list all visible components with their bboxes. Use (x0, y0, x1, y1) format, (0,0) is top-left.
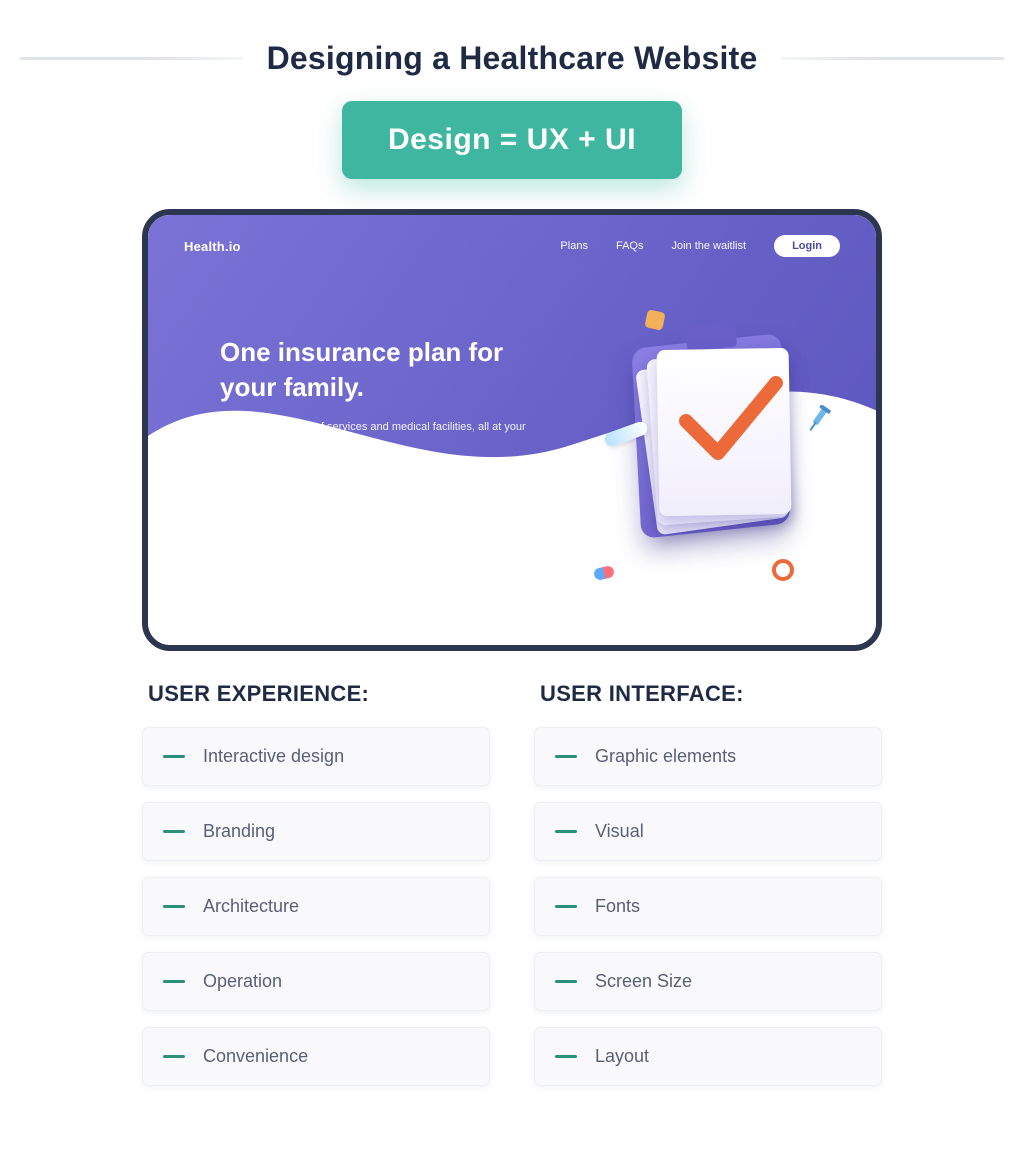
list-item: Convenience (142, 1027, 490, 1086)
list-item: Layout (534, 1027, 882, 1086)
item-label: Screen Size (595, 971, 692, 992)
hero-headline: One insurance plan for your family. (220, 335, 560, 405)
dash-icon (555, 905, 577, 908)
dash-icon (163, 830, 185, 833)
ring-icon (772, 559, 794, 581)
nav-link-faqs[interactable]: FAQs (616, 240, 644, 252)
pill-icon (593, 565, 615, 581)
dash-icon (555, 1055, 577, 1058)
hero-sub-pre: Up to (220, 421, 249, 433)
hero-copy: One insurance plan for your family. Up t… (220, 335, 560, 464)
list-item: Visual (534, 802, 882, 861)
list-item: Operation (142, 952, 490, 1011)
item-label: Layout (595, 1046, 649, 1067)
mockup-nav: Health.io Plans FAQs Join the waitlist L… (184, 235, 840, 257)
hero-subtext: Up to $100K worth of services and medica… (220, 419, 560, 453)
list-item: Architecture (142, 877, 490, 936)
columns: USER EXPERIENCE: Interactive design Bran… (142, 681, 882, 1102)
list-item: Interactive design (142, 727, 490, 786)
ui-title: USER INTERFACE: (540, 681, 882, 707)
mockup-brand: Health.io (184, 239, 241, 254)
dash-icon (163, 755, 185, 758)
website-mockup: Health.io Plans FAQs Join the waitlist L… (148, 215, 876, 645)
dash-icon (555, 980, 577, 983)
item-label: Interactive design (203, 746, 344, 767)
dash-icon (555, 830, 577, 833)
list-item: Fonts (534, 877, 882, 936)
item-label: Graphic elements (595, 746, 736, 767)
device-frame: Health.io Plans FAQs Join the waitlist L… (142, 209, 882, 651)
dash-icon (163, 905, 185, 908)
title-row: Designing a Healthcare Website (20, 40, 1004, 77)
hero-sub-bold: $100K (249, 421, 281, 433)
divider-right (781, 57, 1004, 60)
item-label: Architecture (203, 896, 299, 917)
item-label: Branding (203, 821, 275, 842)
nav-link-waitlist[interactable]: Join the waitlist (671, 240, 746, 252)
ui-column: USER INTERFACE: Graphic elements Visual … (534, 681, 882, 1102)
item-label: Visual (595, 821, 644, 842)
ux-title: USER EXPERIENCE: (148, 681, 490, 707)
dash-icon (555, 755, 577, 758)
list-item: Graphic elements (534, 727, 882, 786)
ux-column: USER EXPERIENCE: Interactive design Bran… (142, 681, 490, 1102)
mockup-nav-links: Plans FAQs Join the waitlist Login (560, 235, 840, 257)
list-item: Screen Size (534, 952, 882, 1011)
login-button[interactable]: Login (774, 235, 840, 257)
nav-link-plans[interactable]: Plans (560, 240, 588, 252)
list-item: Branding (142, 802, 490, 861)
page-title: Designing a Healthcare Website (267, 40, 758, 77)
item-label: Operation (203, 971, 282, 992)
item-label: Convenience (203, 1046, 308, 1067)
dash-icon (163, 1055, 185, 1058)
divider-left (20, 57, 243, 60)
equation-badge: Design = UX + UI (342, 101, 682, 179)
dash-icon (163, 980, 185, 983)
item-label: Fonts (595, 896, 640, 917)
